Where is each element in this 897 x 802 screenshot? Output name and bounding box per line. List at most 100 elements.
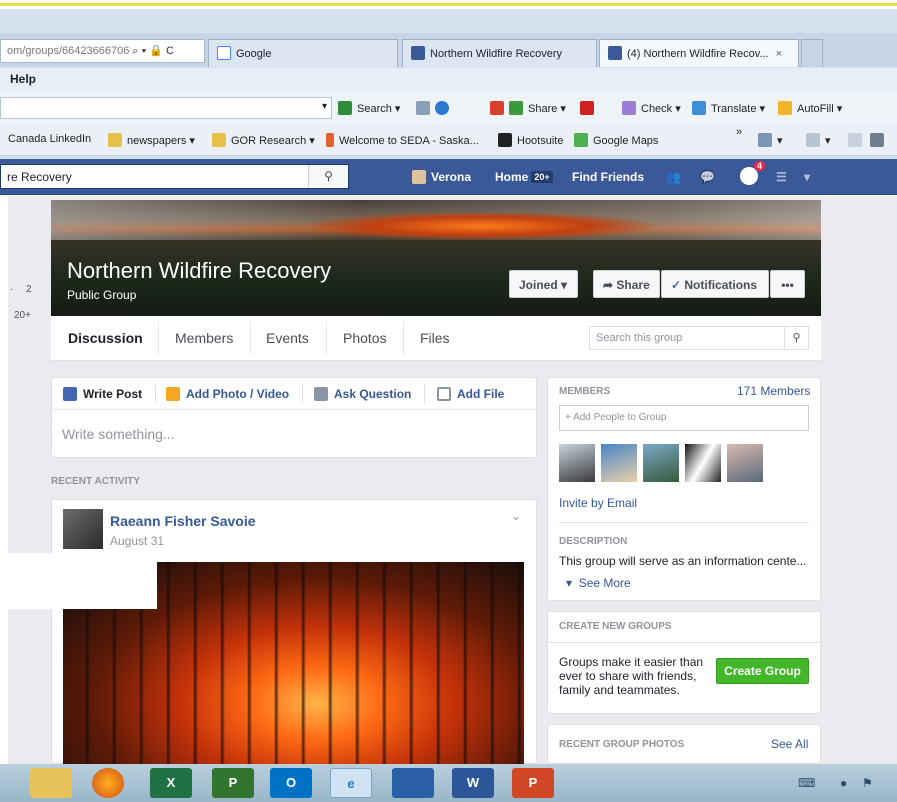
post-author[interactable]: Raeann Fisher Savoie <box>110 513 256 529</box>
tab-events[interactable]: Events <box>266 330 309 346</box>
more-options-button[interactable]: ••• <box>770 270 805 298</box>
notifications-label: Notifications <box>684 278 758 292</box>
fav-seda[interactable]: Welcome to SEDA - Saska... <box>326 133 479 147</box>
fav-newspapers[interactable]: newspapers ▾ <box>108 133 195 147</box>
tab-label: Northern Wildfire Recovery <box>430 48 563 60</box>
avatar[interactable] <box>63 509 103 549</box>
tab-northern-wildfire[interactable]: Northern Wildfire Recovery <box>402 39 597 67</box>
word-icon[interactable]: W <box>452 768 494 798</box>
redaction-box <box>0 553 157 609</box>
invite-by-email-link[interactable]: Invite by Email <box>559 496 637 510</box>
fav-google-maps[interactable]: Google Maps <box>574 133 658 147</box>
tab-google[interactable]: Google <box>208 39 398 67</box>
print-icon[interactable] <box>870 133 889 147</box>
share-arrow-icon: ➦ <box>603 278 617 292</box>
tab-label: (4) Northern Wildfire Recov... <box>627 48 769 60</box>
windows-taskbar <box>0 764 897 802</box>
page-tools-button[interactable] <box>416 101 454 115</box>
home-icon[interactable]: ▾ <box>758 133 783 147</box>
outlook-icon[interactable]: O <box>270 768 312 798</box>
facebook-search-input[interactable]: re Recovery ⚲ <box>0 164 349 189</box>
network-icon[interactable]: ● <box>840 776 847 790</box>
feeds-icon[interactable]: ▾ <box>806 133 831 147</box>
autofill-button[interactable]: AutoFill ▾ <box>778 101 842 115</box>
notifications-icon[interactable]: 4 <box>740 161 765 185</box>
find-friends-link[interactable]: Find Friends <box>572 170 644 184</box>
messages-icon[interactable]: 💬 <box>700 170 715 184</box>
more-favorites[interactable]: » <box>736 126 742 138</box>
see-more-link[interactable]: ▾ See More <box>566 576 631 590</box>
search-button[interactable]: Search ▾ <box>338 101 400 115</box>
share-group-button[interactable]: ➦ Share <box>593 270 660 298</box>
tab-discussion[interactable]: Discussion <box>68 330 143 346</box>
avatar[interactable] <box>559 444 595 482</box>
remote-desktop-icon[interactable] <box>392 768 434 798</box>
avatar[interactable] <box>643 444 679 482</box>
add-people-input[interactable]: + Add People to Group <box>559 405 809 431</box>
share-button[interactable]: Share ▾ <box>490 101 566 115</box>
chevron-down-icon[interactable]: ▾ <box>322 101 327 112</box>
members-count-link[interactable]: 171 Members <box>737 384 810 398</box>
project-icon[interactable]: P <box>212 768 254 798</box>
add-photo-video-tab[interactable]: Add Photo / Video <box>166 387 289 401</box>
address-controls[interactable]: ⌕ ▾ 🔒 C <box>132 45 174 57</box>
chevron-down-icon[interactable]: ⌄ <box>511 509 521 523</box>
create-group-button[interactable]: Create Group <box>716 658 809 684</box>
check-button[interactable]: Check ▾ <box>622 101 681 115</box>
new-tab-button[interactable] <box>801 39 823 67</box>
avatar[interactable] <box>685 444 721 482</box>
mail-icon-shape <box>848 133 862 147</box>
ask-question-label: Ask Question <box>334 387 412 401</box>
tab-facebook-active[interactable]: (4) Northern Wildfire Recov... × <box>599 39 799 67</box>
group-search-input[interactable]: Search this group ⚲ <box>589 326 809 350</box>
translate-button[interactable]: Translate ▾ <box>692 101 765 115</box>
composer-input[interactable]: Write something... <box>62 426 175 442</box>
fav-label: Welcome to SEDA - Saska... <box>339 135 479 147</box>
search-icon[interactable]: ⚲ <box>308 165 348 188</box>
tab-divider <box>158 322 159 354</box>
tab-files[interactable]: Files <box>420 330 450 346</box>
add-file-tab[interactable]: Add File <box>437 387 504 401</box>
panel-divider <box>547 642 821 643</box>
tab-members[interactable]: Members <box>175 330 233 346</box>
tab-photos[interactable]: Photos <box>343 330 387 346</box>
privacy-icon[interactable]: ☰ <box>776 170 787 184</box>
joined-button[interactable]: Joined ▾ <box>509 270 578 298</box>
fav-gor-research[interactable]: GOR Research ▾ <box>212 133 315 147</box>
excel-icon[interactable]: X <box>150 768 192 798</box>
avatar[interactable] <box>601 444 637 482</box>
tab-divider <box>403 322 404 354</box>
share-label: Share ▾ <box>528 103 566 115</box>
account-menu-icon[interactable]: ▾ <box>804 170 810 184</box>
search-label: Search ▾ <box>357 103 401 115</box>
write-post-tab[interactable]: Write Post <box>63 387 142 401</box>
extension-button[interactable] <box>580 101 599 115</box>
home-link[interactable]: Home 20+ <box>495 170 553 184</box>
keyboard-icon[interactable]: ⌨ <box>798 776 815 790</box>
pencil-icon <box>63 387 77 401</box>
fav-hootsuite[interactable]: Hootsuite <box>498 133 563 147</box>
profile-link[interactable]: Verona <box>412 170 471 184</box>
avatar[interactable] <box>727 444 763 482</box>
see-all-link[interactable]: See All <box>771 737 808 751</box>
close-icon[interactable]: × <box>776 48 782 60</box>
composer-divider <box>424 385 425 403</box>
mail-icon[interactable] <box>848 133 867 147</box>
internet-explorer-icon[interactable]: e <box>330 768 372 798</box>
group-name[interactable]: Northern Wildfire Recovery <box>67 258 331 284</box>
friend-requests-icon[interactable]: 👥 <box>666 170 681 184</box>
flag-icon[interactable]: ⚑ <box>862 776 873 790</box>
powerpoint-icon[interactable]: P <box>512 768 554 798</box>
search-icon[interactable]: ⚲ <box>784 327 808 349</box>
toolbar-input[interactable]: ▾ <box>0 97 332 119</box>
tab-label: Google <box>236 48 272 60</box>
post-date[interactable]: August 31 <box>110 534 164 548</box>
ask-question-tab[interactable]: Ask Question <box>314 387 411 401</box>
firefox-icon[interactable] <box>92 768 124 798</box>
see-more-label: See More <box>578 576 631 590</box>
address-bar[interactable]: om/groups/66423666706 ⌕ ▾ 🔒 C <box>0 39 205 63</box>
menu-help[interactable]: Help <box>10 72 36 86</box>
fav-linkedin[interactable]: Canada LinkedIn <box>8 133 91 145</box>
notifications-button[interactable]: ✓ Notifications <box>661 270 769 298</box>
file-explorer-icon[interactable] <box>30 768 72 798</box>
